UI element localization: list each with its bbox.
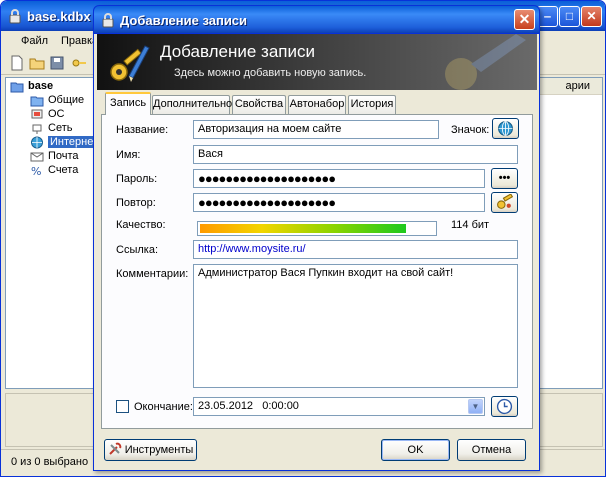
save-icon[interactable] bbox=[49, 55, 65, 71]
title-field[interactable]: Авторизация на моем сайте bbox=[193, 120, 439, 139]
username-label: Имя: bbox=[116, 149, 141, 161]
globe-icon bbox=[31, 136, 43, 149]
banner-subtitle: Здесь можно добавить новую запись. bbox=[174, 67, 367, 79]
tools-button-label: Инструменты bbox=[124, 444, 194, 456]
globe-icon bbox=[498, 121, 513, 136]
database-icon bbox=[10, 82, 24, 93]
keepass-lock-icon bbox=[9, 9, 21, 24]
title-label: Название: bbox=[116, 124, 169, 136]
dialog-title-bar: Добавление записи ✕ bbox=[93, 5, 540, 34]
key-pen-icon bbox=[110, 45, 150, 82]
password-quality-fill bbox=[200, 224, 406, 233]
notes-textarea[interactable]: Администратор Вася Пупкин входит на свой… bbox=[193, 264, 518, 388]
folder-icon bbox=[30, 96, 44, 107]
expiry-date-picker[interactable]: 23.05.2012 0:00:00 ▼ bbox=[193, 397, 485, 416]
repeat-label: Повтор: bbox=[116, 197, 156, 209]
main-window-title: base.kdbx - bbox=[27, 9, 99, 24]
group-tree: base Общие ОС Сеть Интернет Почта % Счет… bbox=[5, 77, 101, 389]
url-label: Ссылка: bbox=[116, 244, 158, 256]
tab-properties[interactable]: Свойства bbox=[232, 95, 286, 114]
menu-file[interactable]: Файл bbox=[21, 35, 48, 47]
password-quality-bar bbox=[197, 221, 437, 236]
expiry-presets-button[interactable] bbox=[491, 396, 518, 417]
tab-entry[interactable]: Запись bbox=[105, 92, 151, 115]
password-field[interactable]: ●●●●●●●●●●●●●●●●●●●● bbox=[193, 169, 485, 188]
icon-label: Значок: bbox=[451, 124, 490, 136]
show-password-button[interactable]: ••• bbox=[491, 168, 518, 189]
maximize-button[interactable]: □ bbox=[559, 6, 580, 27]
key-gear-icon bbox=[497, 193, 514, 209]
dialog-close-button[interactable]: ✕ bbox=[514, 9, 535, 30]
tab-autotype[interactable]: Автонабор bbox=[288, 95, 346, 114]
main-close-button[interactable]: ✕ bbox=[581, 6, 602, 27]
keepass-lock-icon bbox=[102, 13, 114, 28]
cancel-button[interactable]: Отмена bbox=[457, 439, 526, 461]
add-entry-dialog: Добавление записи ✕ Добавление записи Зд… bbox=[93, 5, 540, 471]
wrench-icon bbox=[108, 442, 121, 455]
dialog-title: Добавление записи bbox=[120, 13, 248, 28]
notes-label: Комментарии: bbox=[116, 268, 189, 280]
quality-bits-text: 114 бит bbox=[451, 219, 490, 231]
ok-button[interactable]: OK bbox=[381, 439, 450, 461]
expiry-date-value: 23.05.2012 0:00:00 bbox=[198, 400, 299, 412]
username-field[interactable]: Вася bbox=[193, 145, 518, 164]
column-header-notes[interactable]: арии bbox=[565, 80, 590, 92]
password-label: Пароль: bbox=[116, 173, 158, 185]
status-text: 0 из 0 выбрано bbox=[11, 456, 89, 468]
percent-icon: % bbox=[31, 165, 41, 177]
dialog-banner: Добавление записи Здесь можно добавить н… bbox=[97, 34, 537, 90]
svg-text:%: % bbox=[31, 165, 41, 177]
password-generator-button[interactable] bbox=[491, 192, 518, 213]
banner-watermark-icon bbox=[445, 34, 526, 90]
network-icon bbox=[32, 124, 42, 134]
icon-picker-button[interactable] bbox=[492, 118, 519, 139]
clock-icon bbox=[496, 398, 513, 415]
new-file-icon[interactable] bbox=[9, 55, 25, 71]
tools-button[interactable]: Инструменты bbox=[104, 439, 197, 461]
expiry-label: Окончание: bbox=[134, 401, 193, 413]
key-icon[interactable] bbox=[71, 55, 87, 71]
tab-advanced[interactable]: Дополнительно bbox=[152, 95, 232, 114]
repeat-password-field[interactable]: ●●●●●●●●●●●●●●●●●●●● bbox=[193, 193, 485, 212]
os-icon bbox=[31, 109, 43, 119]
open-folder-icon[interactable] bbox=[29, 55, 45, 71]
quality-label: Качество: bbox=[116, 219, 166, 231]
chevron-down-icon[interactable]: ▼ bbox=[468, 399, 483, 414]
banner-title: Добавление записи bbox=[160, 42, 315, 61]
minimize-button[interactable]: ‒ bbox=[537, 6, 558, 27]
envelope-icon bbox=[30, 152, 44, 162]
url-field[interactable]: http://www.moysite.ru/ bbox=[193, 240, 518, 259]
expiry-checkbox[interactable] bbox=[116, 400, 129, 413]
tab-history[interactable]: История bbox=[348, 95, 396, 114]
